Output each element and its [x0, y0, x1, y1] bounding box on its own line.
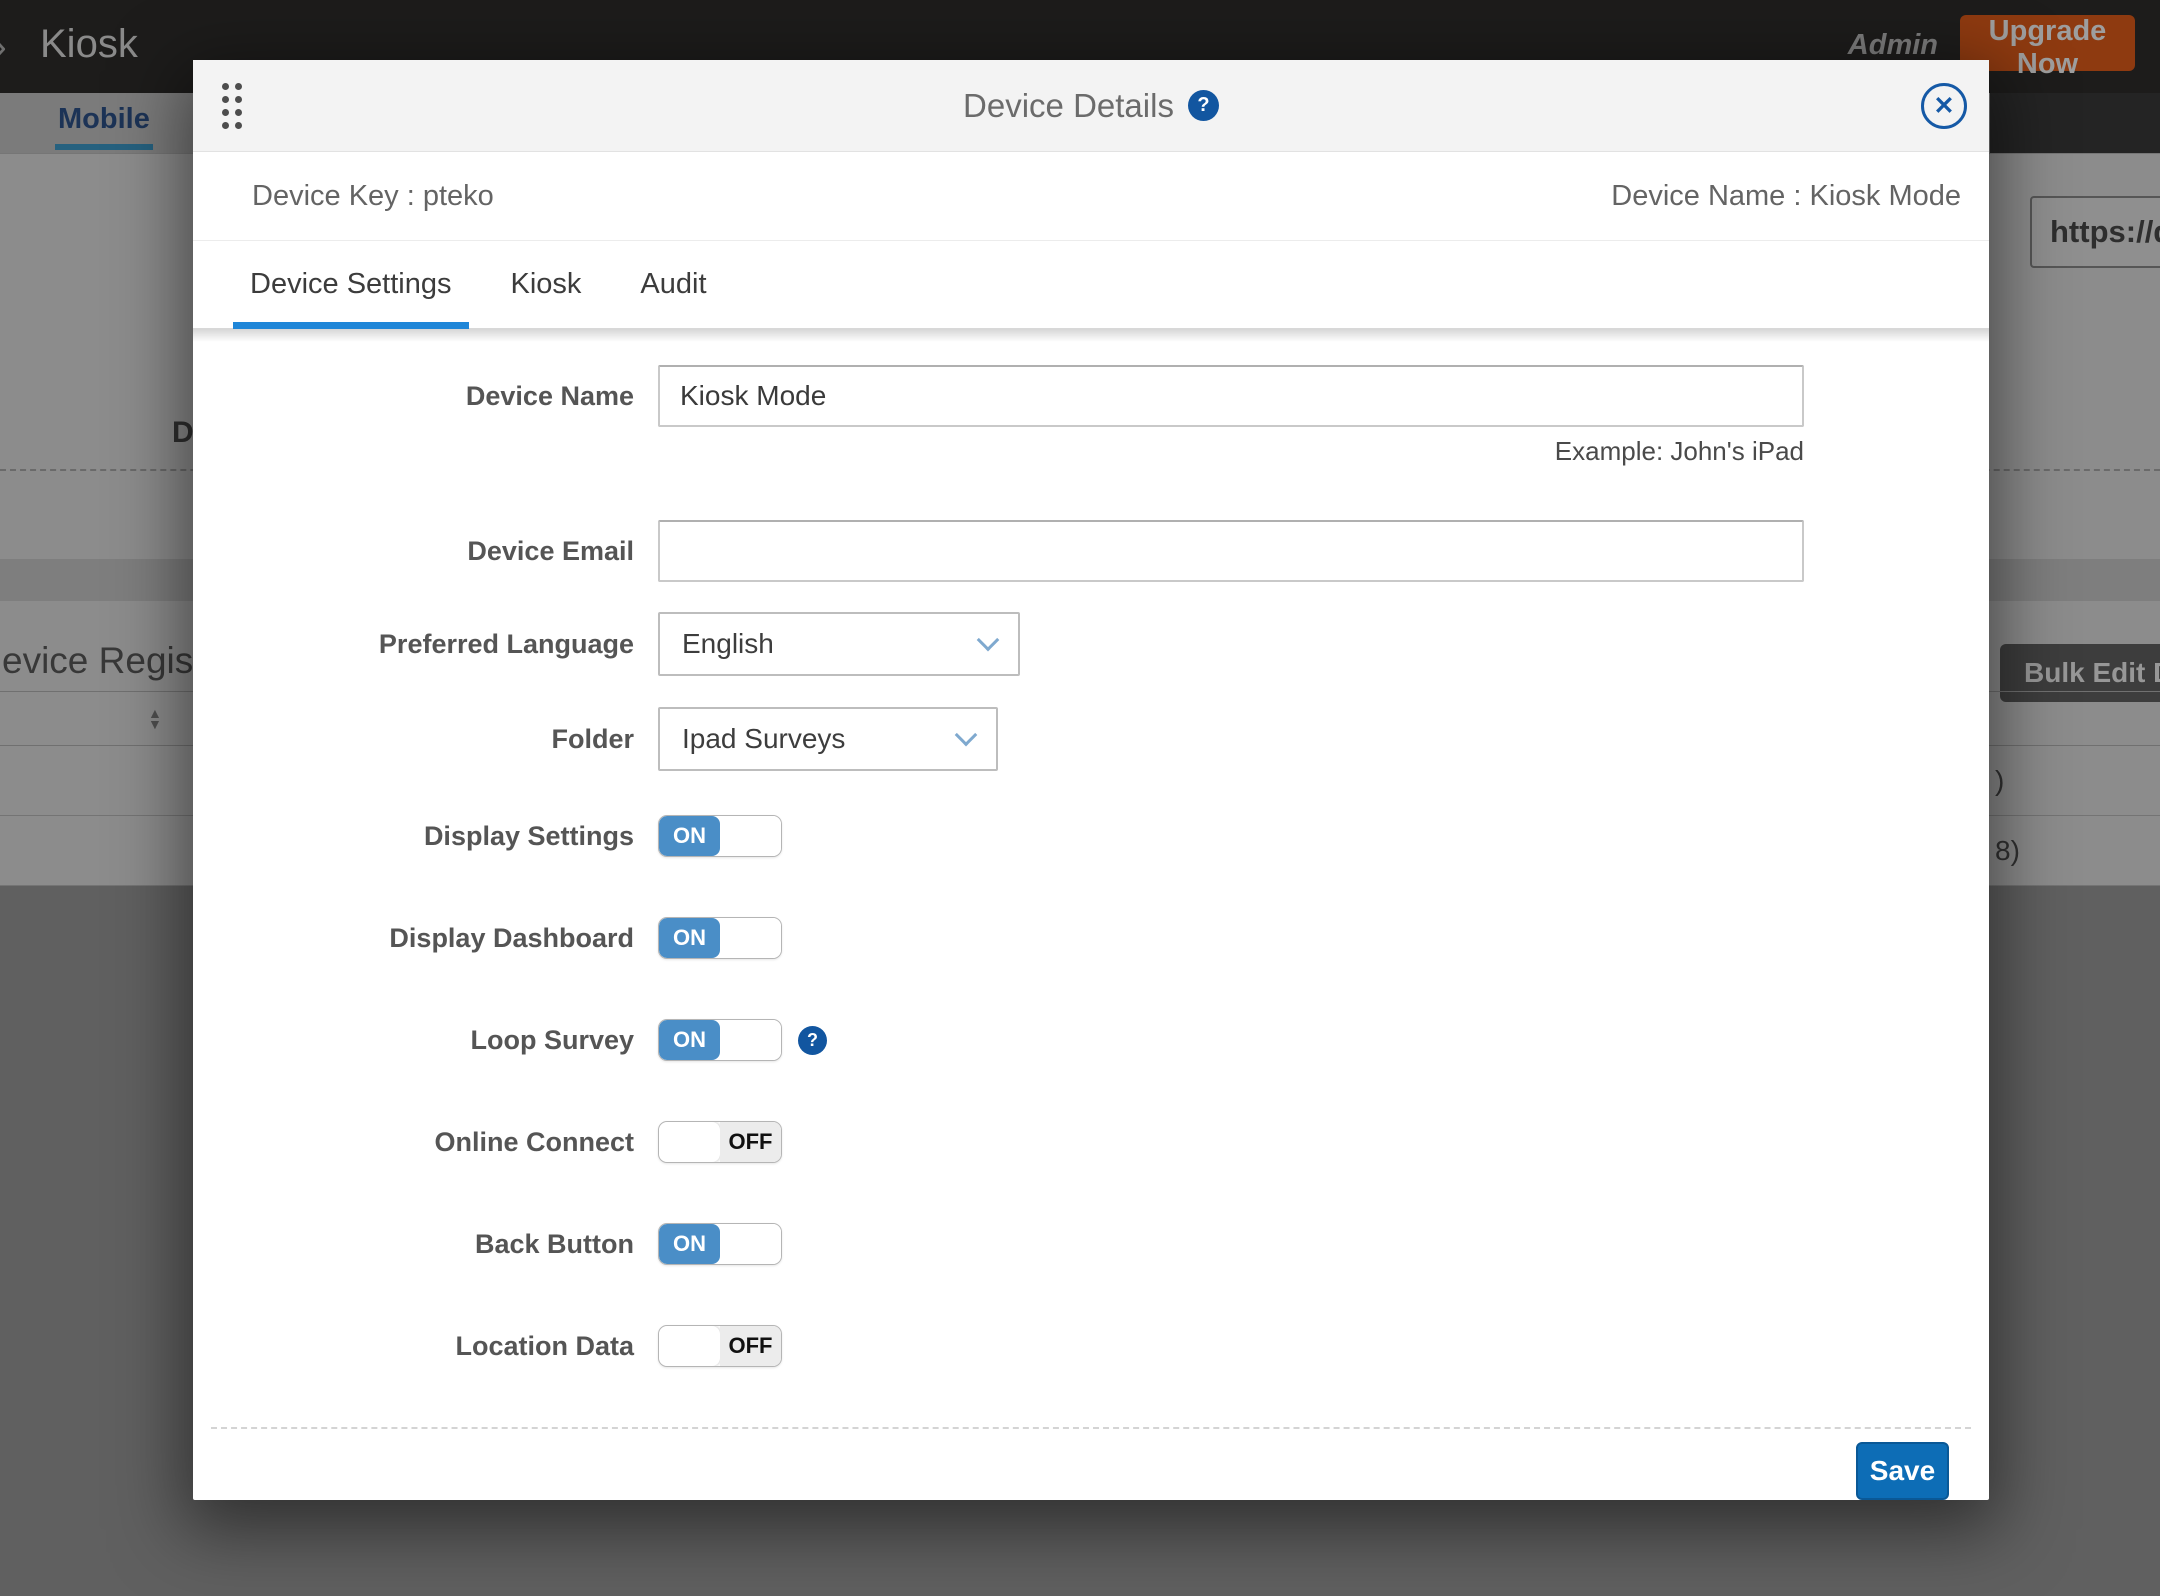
toggle-switch[interactable]: ON: [658, 1019, 782, 1061]
device-registration-heading: evice Registr: [2, 640, 216, 682]
toggle-on-segment: [659, 1326, 720, 1366]
device-email-input[interactable]: [658, 520, 1804, 582]
chevron-down-icon: [977, 629, 1000, 652]
sort-icon[interactable]: ▲ ▼: [148, 708, 162, 730]
key-name-row: Device Key : pteko Device Name : Kiosk M…: [193, 152, 1989, 240]
modal-footer: Save: [193, 1429, 1989, 1500]
device-details-modal: Device Details ? ✕ Device Key : pteko De…: [193, 60, 1989, 1500]
save-button[interactable]: Save: [1856, 1442, 1949, 1500]
toggle-off-segment: [720, 1224, 781, 1264]
toggle-switch[interactable]: ON: [658, 815, 782, 857]
folder-field-label: Folder: [193, 724, 658, 755]
drag-handle-icon[interactable]: [222, 83, 242, 129]
toggle-label: Display Dashboard: [193, 923, 658, 954]
toggle-row: Location Data OFF ?: [193, 1325, 1989, 1367]
toggle-off-segment: OFF: [720, 1326, 781, 1366]
toggle-switch[interactable]: ON: [658, 1223, 782, 1265]
tab-mobile[interactable]: Mobile: [55, 103, 153, 150]
topbar-right-extension: [1990, 93, 2160, 154]
device-name-input[interactable]: [658, 365, 1804, 427]
device-key-label: Device Key : pteko: [252, 180, 494, 213]
toggle-label: Location Data: [193, 1331, 658, 1362]
folder-row: Folder Ipad Surveys: [193, 707, 1989, 771]
toggle-row: Back Button ON ?: [193, 1223, 1989, 1265]
device-settings-form: Device Name Example: John's iPad Device …: [193, 342, 1989, 1367]
toggle-on-segment: ON: [659, 1224, 720, 1264]
device-name-label: Device Name : Kiosk Mode: [1611, 180, 1961, 213]
toggle-rows: Display Settings ON ? Display Dashboard …: [193, 815, 1989, 1367]
toggle-label: Display Settings: [193, 821, 658, 852]
toggle-on-segment: [659, 1122, 720, 1162]
device-email-row: Device Email: [193, 520, 1989, 582]
row-right-fragment: 8): [1995, 835, 2020, 867]
modal-tabs: Device Settings Kiosk Audit: [193, 240, 1989, 329]
toggle-on-segment: ON: [659, 816, 720, 856]
tab-shadow: [193, 329, 1989, 342]
row-right-fragment: ): [1995, 765, 2004, 797]
help-icon[interactable]: ?: [798, 1026, 827, 1055]
toggle-label: Back Button: [193, 1229, 658, 1260]
toggle-row: Display Dashboard ON ?: [193, 917, 1989, 959]
admin-link[interactable]: Admin: [1848, 29, 1938, 62]
toggle-switch[interactable]: OFF: [658, 1121, 782, 1163]
preferred-language-value: English: [682, 628, 774, 660]
tab-audit[interactable]: Audit: [623, 241, 723, 328]
device-email-field-label: Device Email: [193, 536, 658, 567]
toggle-off-segment: [720, 918, 781, 958]
toggle-on-segment: ON: [659, 1020, 720, 1060]
preferred-language-row: Preferred Language English: [193, 612, 1989, 676]
chevron-down-icon: [955, 724, 978, 747]
device-name-field-label: Device Name: [193, 381, 658, 412]
toggle-row: Loop Survey ON ?: [193, 1019, 1989, 1061]
device-name-helper: Example: John's iPad: [658, 436, 1804, 466]
toggle-row: Online Connect OFF ?: [193, 1121, 1989, 1163]
sort-down-icon: ▼: [148, 719, 162, 730]
modal-header: Device Details ? ✕: [193, 60, 1989, 152]
toggle-off-segment: OFF: [720, 1122, 781, 1162]
toggle-label: Loop Survey: [193, 1025, 658, 1056]
preferred-language-field-label: Preferred Language: [193, 629, 658, 660]
toggle-off-segment: [720, 816, 781, 856]
modal-title-text: Device Details: [963, 87, 1174, 125]
tab-kiosk[interactable]: Kiosk: [494, 241, 599, 328]
tab-device-settings[interactable]: Device Settings: [233, 241, 469, 328]
toggle-label: Online Connect: [193, 1127, 658, 1158]
modal-title: Device Details ?: [963, 87, 1219, 125]
close-icon[interactable]: ✕: [1921, 83, 1967, 129]
toggle-on-segment: ON: [659, 918, 720, 958]
device-url-box[interactable]: https://qa.c: [2030, 196, 2160, 268]
toggle-switch[interactable]: ON: [658, 917, 782, 959]
folder-value: Ipad Surveys: [682, 723, 845, 755]
toggle-off-segment: [720, 1020, 781, 1060]
breadcrumb-chevron-icon: ›: [0, 26, 7, 69]
device-name-row: Device Name: [193, 365, 1989, 427]
toggle-switch[interactable]: OFF: [658, 1325, 782, 1367]
page-title: Kiosk: [40, 22, 138, 67]
help-icon[interactable]: ?: [1188, 90, 1219, 121]
folder-select[interactable]: Ipad Surveys: [658, 707, 998, 771]
preferred-language-select[interactable]: English: [658, 612, 1020, 676]
toggle-row: Display Settings ON ?: [193, 815, 1989, 857]
